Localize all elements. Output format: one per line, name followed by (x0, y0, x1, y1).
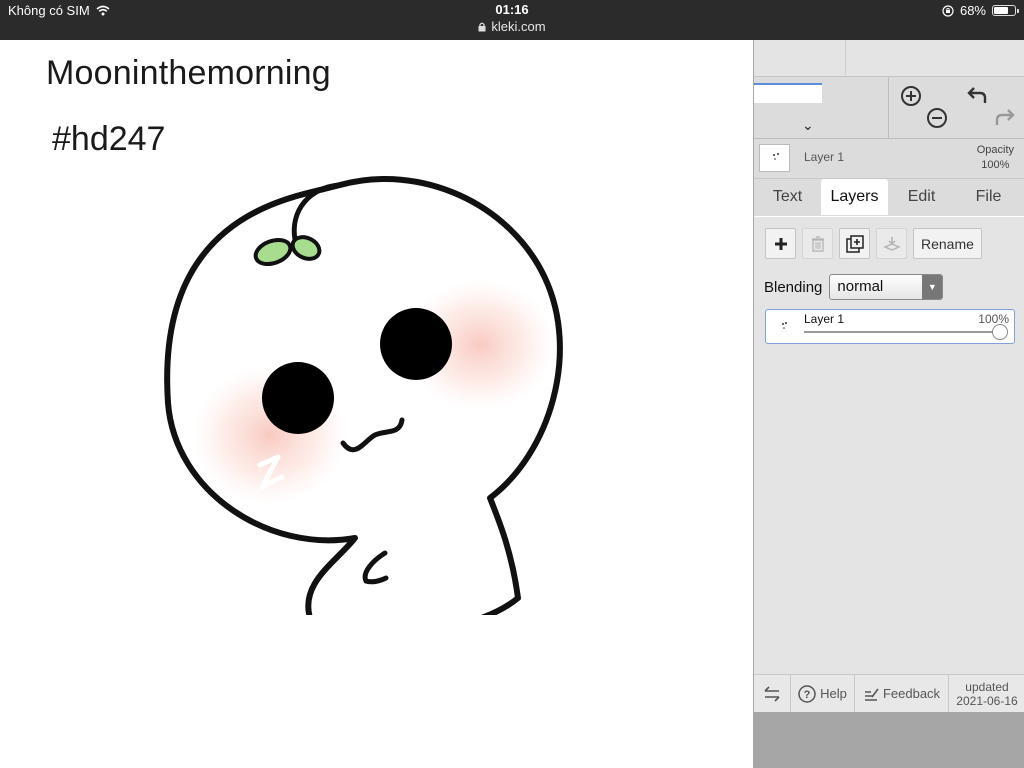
layer-item-thumbnail (771, 313, 797, 340)
tab-layers[interactable]: Layers (821, 179, 888, 215)
current-layer-name: Layer 1 (804, 150, 845, 164)
zoom-in-icon[interactable] (900, 85, 922, 107)
panel-footer: ? Help Feedback updated 2021-06-16 (754, 674, 1024, 712)
panel-top-bar (754, 40, 1024, 77)
battery-percent: 68% (959, 3, 986, 18)
duplicate-icon (845, 234, 864, 253)
swap-side-button[interactable] (754, 675, 791, 712)
tab-file[interactable]: File (955, 179, 1022, 215)
tab-text[interactable]: Text (754, 179, 821, 215)
battery-icon (992, 5, 1019, 16)
trash-icon (811, 235, 824, 252)
tab-edit[interactable]: Edit (888, 179, 955, 215)
feedback-button[interactable]: Feedback (855, 675, 949, 712)
status-bar: Không có SIM 01:16 kleki.com 68% (0, 0, 1024, 40)
layer-opacity-slider[interactable] (804, 331, 1000, 333)
layer-list-item[interactable]: Layer 1 100% (765, 309, 1015, 344)
swap-arrows-icon (764, 685, 780, 702)
redo-icon[interactable] (994, 107, 1016, 127)
merge-down-icon (882, 236, 901, 251)
layer-item-name: Layer 1 (804, 312, 845, 326)
layer-actions: Rename (765, 228, 982, 259)
canvas-title-text: Mooninthemorning (46, 54, 331, 92)
current-layer-preview[interactable]: Layer 1 Opacity 100% (754, 139, 1024, 179)
layers-panel: Rename Blending normal ▼ Layer 1 100% (754, 216, 1024, 674)
help-icon: ? (798, 684, 816, 703)
merge-layer-button[interactable] (876, 228, 907, 259)
canvas-tag-text: #hd247 (52, 120, 166, 158)
add-layer-button[interactable] (765, 228, 796, 259)
zoom-out-icon[interactable] (926, 107, 948, 129)
blending-label: Blending (764, 278, 823, 296)
svg-text:?: ? (804, 689, 811, 701)
panel-bottom-area (754, 712, 1024, 768)
drawing-canvas[interactable]: Mooninthemorning #hd247 (0, 40, 753, 768)
layer-opacity-slider-handle[interactable] (992, 324, 1008, 340)
delete-layer-button[interactable] (802, 228, 833, 259)
address-bar[interactable]: kleki.com (478, 18, 546, 36)
chevron-down-icon[interactable]: ⌄ (802, 117, 814, 134)
help-button[interactable]: ? Help (791, 675, 855, 712)
brush-selector[interactable] (754, 83, 822, 103)
tool-controls: ⌄ (754, 77, 1024, 139)
layer-item-opacity: 100% (978, 312, 1009, 326)
duplicate-layer-button[interactable] (839, 228, 870, 259)
character-drawing (164, 175, 563, 615)
panel-tabs: Text Layers Edit File (754, 179, 1024, 215)
url-text: kleki.com (491, 19, 546, 34)
feedback-icon (864, 688, 879, 701)
plus-icon (774, 237, 787, 250)
orientation-lock-icon (942, 4, 954, 17)
current-layer-opacity: Opacity 100% (976, 144, 1014, 171)
lock-icon (478, 22, 486, 32)
undo-icon[interactable] (966, 85, 988, 105)
side-panel: ⌄ Layer 1 Opacity 100% Text Layers Edit … (753, 40, 1024, 768)
rename-layer-button[interactable]: Rename (913, 228, 982, 259)
status-center: 01:16 kleki.com (0, 2, 1024, 37)
blending-row: Blending normal ▼ (764, 274, 944, 300)
updated-info[interactable]: updated 2021-06-16 (949, 675, 1024, 712)
blending-select[interactable]: normal ▼ (829, 274, 944, 300)
dropdown-arrow-icon: ▼ (922, 275, 943, 299)
status-right: 68% (942, 3, 1019, 18)
layer-thumbnail (759, 144, 790, 172)
clock: 01:16 (495, 2, 529, 17)
